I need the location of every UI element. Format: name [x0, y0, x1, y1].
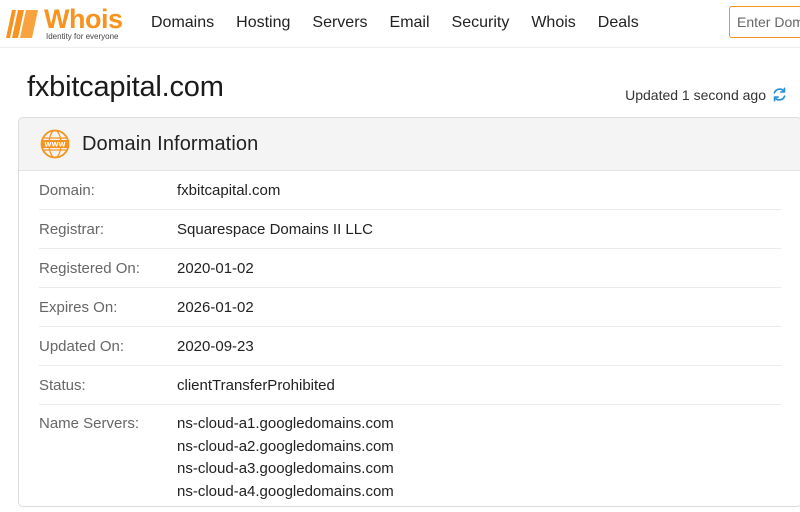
info-row-domain: Domain: fxbitcapital.com — [39, 171, 781, 210]
row-label: Name Servers: — [39, 415, 140, 432]
name-server-item: ns-cloud-a1.googledomains.com — [177, 415, 394, 432]
info-row-registered-on: Registered On: 2020-01-02 — [39, 249, 781, 288]
search-input[interactable] — [729, 6, 800, 38]
name-server-item: ns-cloud-a2.googledomains.com — [177, 437, 394, 455]
nav-item-deals[interactable]: Deals — [598, 14, 639, 32]
row-value: clientTransferProhibited — [177, 376, 335, 394]
domain-information-card: WWW Domain Information Domain: fxbitcapi… — [18, 117, 800, 507]
nav-item-email[interactable]: Email — [390, 14, 430, 32]
row-label: Updated On: — [39, 337, 125, 355]
card-header: WWW Domain Information — [19, 118, 800, 171]
nav-item-servers[interactable]: Servers — [312, 14, 367, 32]
row-value: fxbitcapital.com — [177, 181, 281, 199]
row-label: Registered On: — [39, 259, 140, 277]
logo-tagline: Identity for everyone — [46, 32, 119, 41]
info-row-updated-on: Updated On: 2020-09-23 — [39, 327, 781, 366]
whois-logo-mark-icon — [6, 10, 38, 38]
name-server-item: ns-cloud-a4.googledomains.com — [177, 482, 394, 500]
nav-item-domains[interactable]: Domains — [151, 14, 214, 32]
domain-info-table: Domain: fxbitcapital.com Registrar: Squa… — [19, 171, 800, 503]
nav-item-hosting[interactable]: Hosting — [236, 14, 290, 32]
info-row-expires-on: Expires On: 2026-01-02 — [39, 288, 781, 327]
info-row-status: Status: clientTransferProhibited — [39, 366, 781, 405]
top-navigation-bar: Whois Identity for everyone Domains Host… — [0, 0, 800, 48]
row-label: Registrar: — [39, 220, 105, 238]
info-row-registrar: Registrar: Squarespace Domains II LLC — [39, 210, 781, 249]
updated-text: Updated 1 second ago — [625, 86, 766, 103]
name-server-list: ns-cloud-a1.googledomains.com ns-cloud-a… — [177, 413, 394, 503]
whois-logo[interactable]: Whois Identity for everyone — [4, 4, 128, 44]
logo-wordmark: Whois — [44, 4, 123, 34]
refresh-icon[interactable] — [771, 86, 788, 103]
main-nav: Domains Hosting Servers Email Security W… — [140, 0, 650, 46]
row-label: Expires On: — [39, 298, 118, 316]
page-title: fxbitcapital.com — [27, 71, 224, 103]
row-label: Domain: — [39, 181, 95, 199]
svg-text:WWW: WWW — [44, 141, 65, 149]
row-value: Squarespace Domains II LLC — [177, 220, 373, 238]
name-server-item: ns-cloud-a3.googledomains.com — [177, 460, 394, 477]
nav-item-security[interactable]: Security — [452, 14, 510, 32]
row-value: 2020-09-23 — [177, 337, 254, 355]
nav-item-whois[interactable]: Whois — [531, 14, 575, 32]
row-value: 2026-01-02 — [177, 298, 254, 316]
row-label: Status: — [39, 376, 86, 394]
card-title: Domain Information — [82, 132, 259, 155]
info-row-name-servers: Name Servers: ns-cloud-a1.googledomains.… — [39, 405, 781, 503]
www-icon: WWW — [40, 129, 70, 159]
updated-status: Updated 1 second ago — [625, 86, 788, 103]
row-value: 2020-01-02 — [177, 259, 254, 277]
